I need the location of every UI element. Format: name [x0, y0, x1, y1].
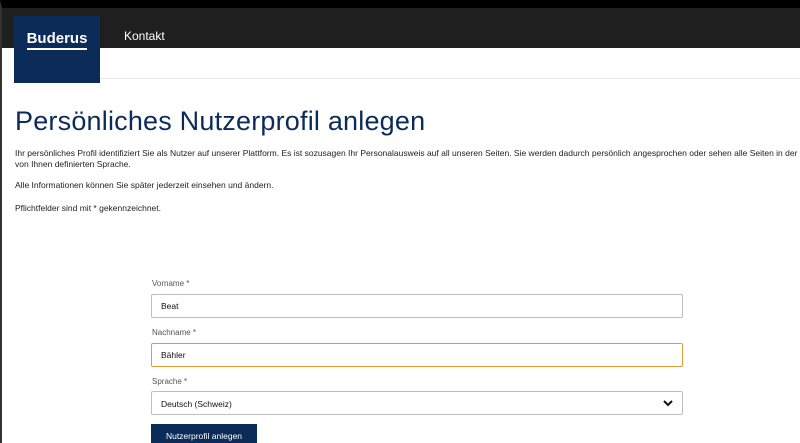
top-navigation-bar: [2, 8, 800, 48]
header-divider: [100, 78, 800, 79]
required-fields-note: Pflichtfelder sind mit * gekennzeichnet.: [15, 203, 161, 213]
language-select-value: Deutsch (Schweiz): [161, 399, 232, 409]
firstname-input[interactable]: [151, 294, 683, 318]
nav-link-kontakt[interactable]: Kontakt: [124, 29, 165, 43]
create-profile-button[interactable]: Nutzerprofil anlegen: [151, 424, 257, 443]
info-note: Alle Informationen können Sie später jed…: [15, 180, 274, 190]
language-label: Sprache *: [152, 377, 188, 386]
browser-frame: Buderus Kontakt Persönliches Nutzerprofi…: [0, 0, 800, 443]
brand-logo[interactable]: Buderus: [14, 16, 100, 83]
chevron-down-icon: [663, 400, 673, 407]
language-select[interactable]: Deutsch (Schweiz): [151, 391, 683, 415]
firstname-label: Vorname *: [152, 279, 190, 288]
intro-text: Ihr persönliches Profil identifiziert Si…: [15, 148, 798, 169]
lastname-input[interactable]: [151, 343, 683, 367]
lastname-label: Nachname *: [152, 328, 197, 337]
page-title: Persönliches Nutzerprofil anlegen: [15, 106, 426, 136]
logo-text: Buderus: [26, 31, 88, 50]
